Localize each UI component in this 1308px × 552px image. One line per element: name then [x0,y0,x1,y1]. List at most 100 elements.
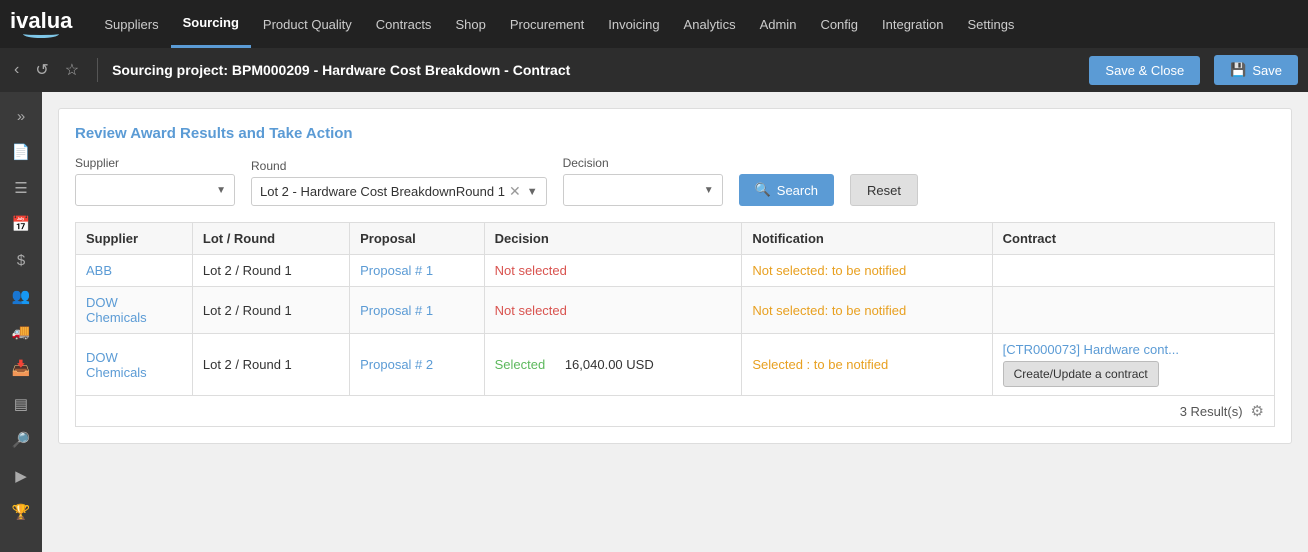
cell-decision-1: Not selected [484,255,742,287]
sidebar: » 📄 ☰ 📅 $ 👥 🚚 📥 ▤ 🔎 ▶ 🏆 [0,92,42,552]
section-title: Review Award Results and Take Action [75,125,1275,142]
col-header-lot-round: Lot / Round [192,223,349,255]
cell-lot-round-2: Lot 2 / Round 1 [192,287,349,334]
sidebar-icon-truck[interactable]: 🚚 [3,316,39,348]
notification-value-2: Not selected: to be notified [752,303,906,318]
sidebar-icon-list[interactable]: ☰ [3,172,39,204]
nav-item-config[interactable]: Config [808,0,870,48]
supplier-link-3[interactable]: DOWChemicals [86,350,147,380]
history-icon[interactable]: ↺ [31,56,52,84]
sidebar-icon-search-person[interactable]: 🔎 [3,424,39,456]
table-header-row: Supplier Lot / Round Proposal Decision N… [76,223,1275,255]
amount-value-3: 16,040.00 USD [565,357,654,372]
round-tag-close-icon[interactable]: ✕ [509,183,521,200]
decision-value-1: Not selected [495,263,567,278]
decision-select[interactable] [572,183,714,198]
sidebar-icon-dollar[interactable]: $ [3,244,39,276]
second-bar: ‹ ↺ ☆ Sourcing project: BPM000209 - Hard… [0,48,1308,92]
round-label: Round [251,159,547,173]
sidebar-icon-chevrons[interactable]: » [3,100,39,132]
main-content: Review Award Results and Take Action Sup… [42,92,1308,552]
settings-icon[interactable]: ⚙ [1251,402,1264,420]
cell-decision-2: Not selected [484,287,742,334]
sidebar-icon-trophy[interactable]: 🏆 [3,496,39,528]
supplier-select[interactable] [84,183,226,198]
save-disk-icon: 💾 [1230,62,1246,78]
col-header-notification: Notification [742,223,992,255]
col-header-contract: Contract [992,223,1274,255]
nav-item-shop[interactable]: Shop [443,0,497,48]
decision-value-3: Selected [495,357,546,372]
sidebar-icon-pointer[interactable]: ▶ [3,460,39,492]
search-button[interactable]: 🔍 Search [739,174,834,206]
cell-supplier-3: DOWChemicals [76,334,193,396]
cell-lot-round-1: Lot 2 / Round 1 [192,255,349,287]
nav-item-integration[interactable]: Integration [870,0,955,48]
nav-item-analytics[interactable]: Analytics [672,0,748,48]
col-header-decision: Decision [484,223,742,255]
supplier-link-2[interactable]: DOWChemicals [86,295,147,325]
nav-item-product-quality[interactable]: Product Quality [251,0,364,48]
proposal-link-1[interactable]: Proposal # 1 [360,263,433,278]
supplier-label: Supplier [75,156,235,170]
proposal-link-2[interactable]: Proposal # 1 [360,303,433,318]
nav-item-admin[interactable]: Admin [748,0,809,48]
proposal-link-3[interactable]: Proposal # 2 [360,357,433,372]
contract-link-3[interactable]: [CTR000073] Hardware cont... [1003,342,1179,357]
round-dropdown-arrow-icon: ▼ [527,186,538,198]
sidebar-icon-inbox[interactable]: 📥 [3,352,39,384]
table-footer: 3 Result(s) ⚙ [75,396,1275,427]
notification-value-3: Selected : to be notified [752,357,888,372]
layout: » 📄 ☰ 📅 $ 👥 🚚 📥 ▤ 🔎 ▶ 🏆 Review Award Res… [0,92,1308,552]
star-icon[interactable]: ☆ [61,56,83,84]
nav-item-settings[interactable]: Settings [955,0,1026,48]
back-icon[interactable]: ‹ [10,57,23,83]
cell-notification-2: Not selected: to be notified [742,287,992,334]
page-title: Sourcing project: BPM000209 - Hardware C… [112,62,1081,78]
supplier-select-wrapper[interactable]: ▼ [75,174,235,206]
table-row: DOWChemicals Lot 2 / Round 1 Proposal # … [76,334,1275,396]
supplier-link-1[interactable]: ABB [86,263,112,278]
section-card: Review Award Results and Take Action Sup… [58,108,1292,444]
table-row: DOWChemicals Lot 2 / Round 1 Proposal # … [76,287,1275,334]
round-filter-display[interactable]: Lot 2 - Hardware Cost BreakdownRound 1 ✕… [251,177,547,206]
nav-item-invoicing[interactable]: Invoicing [596,0,671,48]
decision-select-wrapper[interactable]: ▼ [563,174,723,206]
create-contract-button[interactable]: Create/Update a contract [1003,361,1159,387]
nav-item-suppliers[interactable]: Suppliers [92,0,170,48]
round-tag-value: Lot 2 - Hardware Cost BreakdownRound 1 [260,184,505,199]
nav-item-contracts[interactable]: Contracts [364,0,444,48]
cell-contract-1 [992,255,1274,287]
sidebar-icon-lines[interactable]: ▤ [3,388,39,420]
results-table: Supplier Lot / Round Proposal Decision N… [75,222,1275,396]
reset-button[interactable]: Reset [850,174,918,206]
nav-item-sourcing[interactable]: Sourcing [171,0,251,48]
search-icon: 🔍 [755,182,771,198]
sidebar-icon-document[interactable]: 📄 [3,136,39,168]
col-header-proposal: Proposal [350,223,484,255]
filter-row: Supplier ▼ Round Lot 2 - Hardware Cost B… [75,156,1275,206]
decision-label: Decision [563,156,723,170]
divider [97,58,98,82]
col-header-supplier: Supplier [76,223,193,255]
cell-contract-3: [CTR000073] Hardware cont... Create/Upda… [992,334,1274,396]
supplier-filter-group: Supplier ▼ [75,156,235,206]
sidebar-icon-calendar[interactable]: 📅 [3,208,39,240]
results-count: 3 Result(s) [1180,404,1243,419]
top-navigation: ivalua Suppliers Sourcing Product Qualit… [0,0,1308,48]
sidebar-icon-people[interactable]: 👥 [3,280,39,312]
cell-lot-round-3: Lot 2 / Round 1 [192,334,349,396]
save-button[interactable]: 💾 Save [1214,55,1298,85]
decision-value-2: Not selected [495,303,567,318]
logo-smile [23,30,59,38]
round-filter-group: Round Lot 2 - Hardware Cost BreakdownRou… [251,159,547,206]
cell-contract-2 [992,287,1274,334]
decision-filter-group: Decision ▼ [563,156,723,206]
table-row: ABB Lot 2 / Round 1 Proposal # 1 Not sel… [76,255,1275,287]
cell-proposal-2: Proposal # 1 [350,287,484,334]
logo: ivalua [10,10,72,38]
nav-items: Suppliers Sourcing Product Quality Contr… [92,0,1026,48]
nav-item-procurement[interactable]: Procurement [498,0,596,48]
cell-notification-3: Selected : to be notified [742,334,992,396]
save-close-button[interactable]: Save & Close [1089,56,1200,85]
